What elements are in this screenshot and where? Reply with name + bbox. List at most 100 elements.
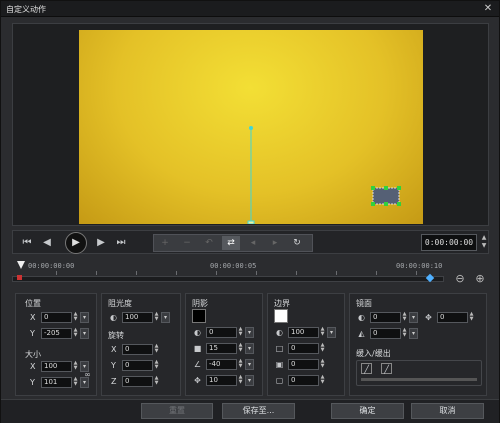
add-keyframe-icon[interactable]: +	[156, 236, 174, 250]
border-width-spinner[interactable]: ▲ ▼	[319, 343, 326, 354]
mirror-offset-spinner[interactable]: ▲ ▼	[468, 312, 475, 323]
mirror-offset-field[interactable]: 0	[437, 312, 468, 323]
shadow-opacity-dropdown[interactable]: ▾	[245, 327, 254, 338]
next-frame-icon[interactable]: ▶	[93, 235, 109, 251]
prev-frame-icon[interactable]: ◀	[39, 235, 55, 251]
rotation-x-spinner[interactable]: ▲ ▼	[153, 344, 160, 355]
size-y-spinner[interactable]: ▲ ▼	[72, 377, 79, 388]
size-x-spinner[interactable]: ▲ ▼	[72, 361, 79, 372]
save-as-button[interactable]: 保存至...	[222, 403, 295, 419]
ok-button[interactable]: 确定	[331, 403, 404, 419]
shadow-blur-field[interactable]: 15	[206, 343, 237, 354]
preview-area	[12, 23, 489, 226]
resize-handle	[397, 202, 401, 206]
shadow-distance-field[interactable]: 10	[206, 375, 237, 386]
cancel-button[interactable]: 取消	[411, 403, 484, 419]
zoom-in-icon[interactable]: ⊕	[473, 272, 487, 286]
link-aspect-icon[interactable]: ∞	[82, 369, 93, 380]
rotation-z-field[interactable]: 0	[122, 376, 153, 387]
resize-handle	[371, 202, 375, 206]
border-blur-icon: ▣	[275, 360, 284, 369]
go-start-icon[interactable]: ⏮	[19, 235, 35, 251]
size-y-field[interactable]: 101	[41, 377, 72, 388]
mirror-distance-icon: ◭	[358, 329, 365, 338]
rotation-z-spinner[interactable]: ▲ ▼	[153, 376, 160, 387]
shadow-distance-dropdown[interactable]: ▾	[245, 375, 254, 386]
border-corner-spinner[interactable]: ▲ ▼	[319, 375, 326, 386]
border-opacity-field[interactable]: 100	[288, 327, 319, 338]
next-keyframe-icon[interactable]: ▸	[266, 236, 284, 250]
ruler-tick	[376, 271, 377, 275]
timeline-ruler[interactable]: 00:00:00:00 00:00:00:05 00:00:00:10	[12, 259, 444, 289]
position-size-panel: 位置 X 0 ▲ ▼ ▾ Y -205 ▲ ▼ ▾ 大小 X 100 ▲ ▼ ▾ Y …	[15, 293, 97, 396]
size-label: 大小	[25, 350, 41, 359]
motion-path-end-point	[249, 126, 253, 130]
reverse-keyframe-icon[interactable]: ↶	[200, 236, 218, 250]
size-x-field[interactable]: 100	[41, 361, 72, 372]
swap-keyframe-icon[interactable]: ⇄	[222, 236, 240, 250]
position-y-dropdown[interactable]: ▾	[80, 328, 89, 339]
border-opacity-spinner[interactable]: ▲ ▼	[319, 327, 326, 338]
position-x-label: X	[30, 313, 36, 322]
mirror-opacity-dropdown[interactable]: ▾	[409, 312, 418, 323]
opacity-field[interactable]: 100	[122, 312, 153, 323]
copy-keyframe-icon[interactable]: ↻	[288, 236, 306, 250]
position-y-field[interactable]: -205	[41, 328, 72, 339]
timecode-spinner[interactable]: ▲ ▼	[480, 234, 488, 251]
preview-canvas[interactable]	[79, 30, 423, 224]
shadow-opacity-spinner[interactable]: ▲ ▼	[237, 327, 244, 338]
border-opacity-dropdown[interactable]: ▾	[327, 327, 336, 338]
mirror-distance-spinner[interactable]: ▲ ▼	[401, 328, 408, 339]
keyframe-toolbar: + − ↶ ⇄ ◂ ▸ ↻	[153, 234, 313, 252]
opacity-rotation-panel: 阻光度 ◐ 100 ▲ ▼ ▾ 旋转 X 0 ▲ ▼ Y 0 ▲ ▼ Z 0 ▲ ▼	[101, 293, 181, 396]
border-blur-spinner[interactable]: ▲ ▼	[319, 359, 326, 370]
shadow-angle-dropdown[interactable]: ▾	[245, 359, 254, 370]
ease-in-icon[interactable]: ╱	[361, 363, 372, 374]
opacity-spinner[interactable]: ▲ ▼	[153, 312, 160, 323]
position-x-dropdown[interactable]: ▾	[80, 312, 89, 323]
zoom-out-icon[interactable]: ⊖	[453, 272, 467, 286]
timecode-field[interactable]: 0:00:00:00	[421, 234, 477, 251]
shadow-distance-spinner[interactable]: ▲ ▼	[237, 375, 244, 386]
go-end-icon[interactable]: ⏭	[113, 235, 129, 251]
prev-keyframe-icon[interactable]: ◂	[244, 236, 262, 250]
shadow-panel: 阴影 ◐ 0 ▲ ▼ ▾ ■ 15 ▲ ▼ ▾ ∠ -40 ▲ ▼ ▾ ✥ 10 ▲ ▼…	[185, 293, 263, 396]
reset-button[interactable]: 重置	[141, 403, 213, 419]
ease-out-icon[interactable]: ╱	[381, 363, 392, 374]
mirror-opacity-field[interactable]: 0	[370, 312, 401, 323]
playback-bar: ⏮ ◀ ▶ ▶ ⏭ + − ↶ ⇄ ◂ ▸ ↻ 0:00:00:00 ▲ ▼	[12, 230, 489, 254]
fade-slider[interactable]	[361, 378, 477, 381]
shadow-blur-spinner[interactable]: ▲ ▼	[237, 343, 244, 354]
mirror-distance-field[interactable]: 0	[370, 328, 401, 339]
position-x-spinner[interactable]: ▲ ▼	[72, 312, 79, 323]
position-x-field[interactable]: 0	[41, 312, 72, 323]
border-blur-field[interactable]: 0	[288, 359, 319, 370]
mirror-fade-panel: 镜面 ◐ 0 ▲ ▼ ▾ ✥ 0 ▲ ▼ ◭ 0 ▲ ▼ ▾ 缓入/缓出 ╱ ╱	[349, 293, 487, 396]
border-width-field[interactable]: 0	[288, 343, 319, 354]
shadow-angle-field[interactable]: -40	[206, 359, 237, 370]
motion-object[interactable]	[371, 186, 401, 206]
start-keyframe-marker[interactable]	[17, 275, 22, 280]
mirror-opacity-spinner[interactable]: ▲ ▼	[401, 312, 408, 323]
playhead-marker[interactable]	[17, 261, 25, 269]
border-corner-field[interactable]: 0	[288, 375, 319, 386]
play-button[interactable]: ▶	[65, 232, 87, 254]
rotation-x-field[interactable]: 0	[122, 344, 153, 355]
remove-keyframe-icon[interactable]: −	[178, 236, 196, 250]
opacity-label: 阻光度	[108, 299, 132, 308]
mirror-distance-dropdown[interactable]: ▾	[409, 328, 418, 339]
rotation-y-label: Y	[111, 361, 116, 370]
shadow-blur-dropdown[interactable]: ▾	[245, 343, 254, 354]
shadow-opacity-icon: ◐	[194, 328, 201, 337]
rotation-y-spinner[interactable]: ▲ ▼	[153, 360, 160, 371]
shadow-angle-spinner[interactable]: ▲ ▼	[237, 359, 244, 370]
timeline-track[interactable]	[12, 276, 444, 282]
rotation-y-field[interactable]: 0	[122, 360, 153, 371]
border-color-swatch[interactable]	[274, 309, 288, 323]
ruler-tick	[296, 271, 297, 275]
position-y-spinner[interactable]: ▲ ▼	[72, 328, 79, 339]
shadow-color-swatch[interactable]	[192, 309, 206, 323]
shadow-opacity-field[interactable]: 0	[206, 327, 237, 338]
opacity-dropdown[interactable]: ▾	[161, 312, 170, 323]
close-icon[interactable]: ✕	[481, 3, 495, 15]
